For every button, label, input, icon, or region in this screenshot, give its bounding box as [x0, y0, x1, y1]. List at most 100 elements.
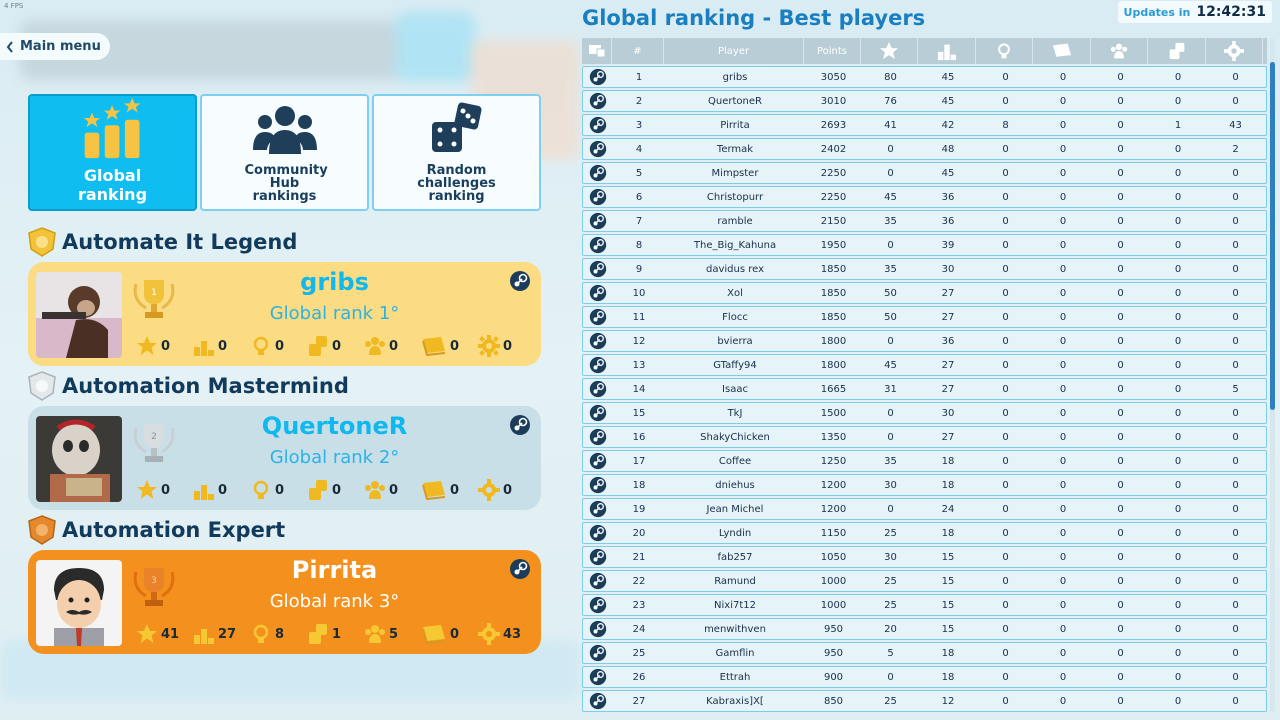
ideas-cell: 0 [1002, 431, 1009, 443]
stat-community: 0 [364, 478, 421, 502]
dice-cell: 0 [1174, 167, 1182, 179]
header-player[interactable]: Player [664, 38, 804, 64]
table-row[interactable]: 13 GTaffy94 1800 45 27 0 0 0 0 0 [582, 354, 1267, 376]
scrollbar-thumb[interactable] [1270, 62, 1275, 410]
stars-cell: 35 [884, 215, 897, 227]
stat-book: 0 [421, 622, 478, 646]
table-row[interactable]: 27 Kabraxis]X[850 25 12 0 0 0 0 0 [582, 690, 1267, 712]
player-cell: GTaffy94 [713, 359, 757, 371]
steam-icon [589, 500, 607, 518]
header-rank[interactable]: # [612, 38, 664, 64]
table-row[interactable]: 3 Pirrita 2693 41 42 8 0 0 1 43 [582, 114, 1267, 136]
podium-cell: 24 [941, 503, 955, 515]
steam-icon [589, 308, 607, 326]
table-row[interactable]: 9 davidus rex 1850 35 30 0 0 0 0 0 [582, 258, 1267, 280]
table-row[interactable]: 19 Jean Michel 1200 0 24 0 0 0 0 0 [582, 498, 1267, 520]
steam-icon [589, 356, 607, 374]
book-cell: 0 [1059, 143, 1067, 155]
table-row[interactable]: 12 bvierra 1800 0 36 0 0 0 0 0 [582, 330, 1267, 352]
rank-cell: 6 [635, 191, 643, 203]
table-row[interactable]: 21 fab257 1050 30 15 0 0 0 0 0 [582, 546, 1267, 568]
stat-stars: 41 [136, 622, 193, 646]
table-row[interactable]: 6 Christopurr 2250 45 36 0 0 0 0 0 [582, 186, 1267, 208]
book-cell: 0 [1059, 671, 1067, 683]
book-cell: 0 [1059, 191, 1067, 203]
stat-dice: 0 [307, 334, 364, 358]
book-cell: 0 [1059, 335, 1067, 347]
stat-podium: 0 [193, 478, 250, 502]
podium-cell: 18 [941, 527, 955, 539]
header-points[interactable]: Points [804, 38, 861, 64]
table-row[interactable]: 18 dniehus 1200 30 18 0 0 0 0 0 [582, 474, 1267, 496]
ideas-cell: 0 [1002, 71, 1009, 83]
table-row[interactable]: 22 Ramund 1000 25 15 0 0 0 0 0 [582, 570, 1267, 592]
table-row[interactable]: 23 Nixi7t12 1000 25 15 0 0 0 0 0 [582, 594, 1267, 616]
header-book[interactable] [1033, 38, 1091, 64]
ideas-cell: 0 [1002, 143, 1009, 155]
header-ideas[interactable] [976, 38, 1033, 64]
points-cell: 2402 [820, 143, 847, 155]
header-dice[interactable] [1148, 38, 1206, 64]
player-rank: Global rank 1° [269, 303, 400, 324]
rank-cell: 23 [632, 599, 646, 611]
table-row[interactable]: 26 Ettrah 900 0 18 0 0 0 0 0 [582, 666, 1267, 688]
gear-cell: 0 [1232, 335, 1239, 347]
table-row[interactable]: 11 Flocc 1850 50 27 0 0 0 0 0 [582, 306, 1267, 328]
table-row[interactable]: 5 Mimpster 2250 0 45 0 0 0 0 0 [582, 162, 1267, 184]
gear-cell: 0 [1232, 623, 1239, 635]
rank-cell: 16 [632, 431, 646, 443]
podium-cell: 15 [941, 575, 955, 587]
player-cell: Lyndin [718, 527, 752, 539]
player-cell: Ettrah [719, 671, 751, 683]
table-row[interactable]: 15 TkJ 1500 0 30 0 0 0 0 0 [582, 402, 1267, 424]
points-cell: 1850 [820, 263, 847, 275]
featured-player-card[interactable]: 1 gribs Global rank 1° 0 0 0 0 0 0 0 [28, 262, 541, 366]
lightbulb-icon [253, 336, 269, 355]
stars-cell: 25 [884, 527, 897, 539]
podium-cell: 15 [941, 623, 955, 635]
stars-cell: 76 [884, 95, 897, 107]
table-row[interactable]: 25 Gamflin 950 5 18 0 0 0 0 0 [582, 642, 1267, 664]
stars-cell: 0 [887, 431, 894, 443]
table-row[interactable]: 10 Xol 1850 50 27 0 0 0 0 0 [582, 282, 1267, 304]
podium-cell: 27 [941, 311, 955, 323]
table-row[interactable]: 17 Coffee 1250 35 18 0 0 0 0 0 [582, 450, 1267, 472]
points-cell: 1500 [820, 407, 847, 419]
table-row[interactable]: 24 menwithven 950 20 15 0 0 0 0 0 [582, 618, 1267, 640]
header-podium[interactable] [918, 38, 976, 64]
ideas-cell: 0 [1002, 359, 1009, 371]
gear-cell: 0 [1232, 527, 1239, 539]
ideas-cell: 0 [1002, 551, 1009, 563]
platform-cell [583, 691, 613, 711]
table-row[interactable]: 8 The_Big_Kahuna 1950 0 39 0 0 0 0 0 [582, 234, 1267, 256]
points-cell: 2250 [820, 167, 847, 179]
table-row[interactable]: 2 QuertoneR 3010 76 45 0 0 0 0 0 [582, 90, 1267, 112]
community-cell: 0 [1117, 455, 1124, 467]
player-cell: Kabraxis]X[ [706, 695, 764, 707]
featured-player-card[interactable]: 2 QuertoneR Global rank 2° 0 0 0 0 0 0 0 [28, 406, 541, 510]
book-cell: 0 [1059, 503, 1067, 515]
table-row[interactable]: 1 gribs 3050 80 45 0 0 0 0 0 [582, 66, 1267, 88]
header-platform[interactable] [582, 38, 612, 64]
table-row[interactable]: 4 Termak 2402 0 48 0 0 0 0 2 [582, 138, 1267, 160]
table-row[interactable]: 20 Lyndin 1150 25 18 0 0 0 0 0 [582, 522, 1267, 544]
tab-community-hub-rankings[interactable]: Community Hub rankings [200, 94, 369, 211]
community-cell: 0 [1117, 527, 1124, 539]
player-cell: Coffee [718, 455, 752, 467]
table-row[interactable]: 16 ShakyChicken 1350 0 27 0 0 0 0 0 [582, 426, 1267, 448]
header-stars[interactable] [861, 38, 918, 64]
tab-global-ranking[interactable]: Global ranking [28, 94, 197, 211]
platform-cell [583, 259, 613, 279]
main-menu-button[interactable]: Main menu [0, 33, 110, 60]
header-community[interactable] [1091, 38, 1148, 64]
table-row[interactable]: 14 Isaac 1665 31 27 0 0 0 0 5 [582, 378, 1267, 400]
points-cell: 950 [823, 623, 844, 635]
table-row[interactable]: 7 ramble 2150 35 36 0 0 0 0 0 [582, 210, 1267, 232]
tab-random-challenges-ranking[interactable]: Random challenges ranking [372, 94, 541, 211]
steam-icon [589, 620, 607, 638]
featured-player-card[interactable]: 3 Pirrita Global rank 3° 41 27 8 1 5 0 4… [28, 550, 541, 654]
header-gear[interactable] [1206, 38, 1263, 64]
platform-cell [583, 499, 613, 519]
player-cell: Isaac [722, 383, 748, 395]
ideas-cell: 0 [1002, 647, 1009, 659]
